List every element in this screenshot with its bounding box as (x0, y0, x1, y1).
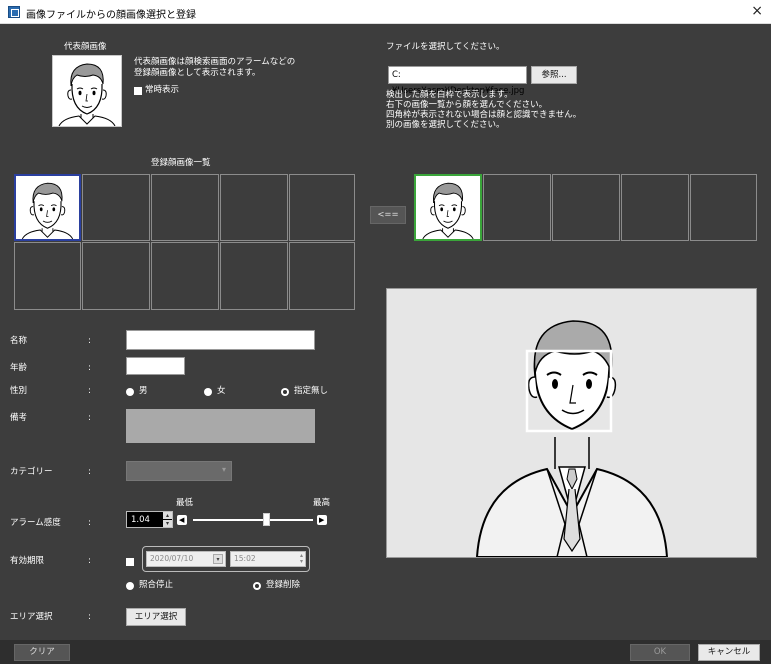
expiry-colon: : (88, 556, 91, 566)
expiry-time-input[interactable]: 15:02 ▴ ▾ (230, 551, 306, 567)
name-colon: : (88, 336, 91, 346)
expiry-time-value: 15:02 (234, 554, 256, 563)
note-colon: : (88, 413, 91, 423)
chevron-down-icon: ▾ (221, 465, 226, 474)
area-label: エリア選択 (10, 612, 53, 622)
expiry-delete-radio[interactable] (253, 582, 261, 590)
expiry-date-value: 2020/07/10 (150, 554, 194, 563)
help-line4: 別の画像を選択してください。 (386, 120, 505, 130)
face-icon (416, 176, 480, 239)
registered-face-slot[interactable] (289, 174, 355, 241)
window-title: 画像ファイルからの顔画像選択と登録 (26, 10, 196, 21)
expiry-checkbox[interactable] (126, 558, 134, 566)
sensitivity-colon: : (88, 518, 91, 528)
app-icon (8, 6, 20, 18)
category-label: カテゴリー (10, 467, 53, 477)
face-icon (16, 176, 79, 239)
file-prompt: ファイルを選択してください。 (386, 42, 505, 52)
arrow-left-icon: ◀ (179, 516, 185, 524)
category-select[interactable]: ▾ (126, 461, 232, 481)
sensitivity-low-label: 最低 (176, 498, 194, 508)
spin-down-icon[interactable]: ▾ (163, 520, 172, 527)
expiry-date-input[interactable]: 2020/07/10 ▾ (146, 551, 226, 567)
gender-label: 性別 (10, 386, 28, 396)
area-select-button[interactable]: エリア選択 (126, 608, 186, 626)
detected-face-slot[interactable] (552, 174, 620, 241)
representative-face-image (52, 55, 122, 127)
sensitivity-spinbox[interactable]: 1.04 ▴ ▾ (126, 511, 173, 528)
browse-button[interactable]: 参照... (531, 66, 577, 84)
expiry-stop-matching-radio[interactable] (126, 582, 134, 590)
registered-list-title: 登録顔画像一覧 (151, 158, 211, 168)
note-textarea[interactable] (126, 409, 315, 443)
sensitivity-slider-track[interactable] (193, 519, 313, 521)
file-path-input[interactable]: C:¥Users¥asm¥Desktop¥face.jpg (388, 66, 527, 96)
detected-face-slot[interactable] (483, 174, 551, 241)
registered-face-slot[interactable] (289, 242, 355, 310)
registered-face-slot[interactable] (151, 174, 219, 241)
time-spinner-icon[interactable]: ▴ ▾ (300, 553, 303, 565)
registered-face-slot[interactable] (82, 242, 150, 310)
always-show-label: 常時表示 (145, 85, 180, 95)
registered-face-slot[interactable] (151, 242, 219, 310)
gender-male-radio[interactable] (126, 388, 134, 396)
slider-increase-button[interactable]: ▶ (317, 515, 327, 525)
detected-face-slot[interactable] (690, 174, 757, 241)
name-label: 名称 (10, 336, 28, 346)
area-colon: : (88, 612, 91, 622)
dialog-body: 代表顔画像 代表顔画像は顔検索画面のアラームなどの 登録顔画像として表示されます… (0, 24, 771, 640)
detected-face-slot[interactable] (414, 174, 482, 241)
face-icon (53, 56, 121, 126)
representative-desc-line2: 登録顔画像として表示されます。 (134, 68, 261, 78)
arrow-right-icon: ▶ (319, 516, 325, 524)
transfer-button[interactable]: <== (370, 206, 406, 224)
spin-up-icon[interactable]: ▴ (163, 512, 172, 519)
title-bar: 画像ファイルからの顔画像選択と登録 × (0, 0, 771, 24)
age-colon: : (88, 363, 91, 373)
category-colon: : (88, 467, 91, 477)
registered-face-slot[interactable] (220, 242, 288, 310)
close-icon[interactable]: × (751, 3, 763, 19)
image-preview (386, 288, 757, 558)
gender-female-radio[interactable] (204, 388, 212, 396)
registered-face-slot[interactable] (82, 174, 150, 241)
gender-female-label: 女 (217, 386, 226, 396)
registered-face-slot[interactable] (220, 174, 288, 241)
sensitivity-label: アラーム感度 (10, 518, 61, 528)
calendar-dropdown-icon[interactable]: ▾ (213, 554, 223, 564)
age-label: 年齢 (10, 363, 28, 373)
slider-decrease-button[interactable]: ◀ (177, 515, 187, 525)
always-show-checkbox[interactable] (134, 87, 142, 95)
registered-face-slot[interactable] (14, 174, 81, 241)
ok-button[interactable]: OK (630, 644, 690, 661)
expiry-delete-label: 登録削除 (266, 580, 301, 590)
cancel-button[interactable]: キャンセル (698, 644, 760, 661)
name-input[interactable] (126, 330, 315, 350)
gender-colon: : (88, 386, 91, 396)
sensitivity-high-label: 最高 (313, 498, 331, 508)
representative-desc-line1: 代表顔画像は顔検索画面のアラームなどの (134, 57, 296, 67)
gender-unspecified-label: 指定無し (294, 386, 329, 396)
registered-face-slot[interactable] (14, 242, 81, 310)
clear-button[interactable]: クリア (14, 644, 70, 661)
note-label: 備考 (10, 413, 28, 423)
expiry-label: 有効期限 (10, 556, 45, 566)
age-input[interactable] (126, 357, 185, 375)
detected-face-slot[interactable] (621, 174, 689, 241)
gender-unspecified-radio[interactable] (281, 388, 289, 396)
representative-title: 代表顔画像 (64, 42, 107, 52)
footer-bar: クリア OK キャンセル (0, 640, 771, 664)
sensitivity-value: 1.04 (131, 515, 150, 525)
sensitivity-slider-thumb[interactable] (263, 513, 271, 526)
gender-male-label: 男 (139, 386, 148, 396)
expiry-stop-matching-label: 照合停止 (139, 580, 174, 590)
person-illustration (475, 320, 669, 557)
